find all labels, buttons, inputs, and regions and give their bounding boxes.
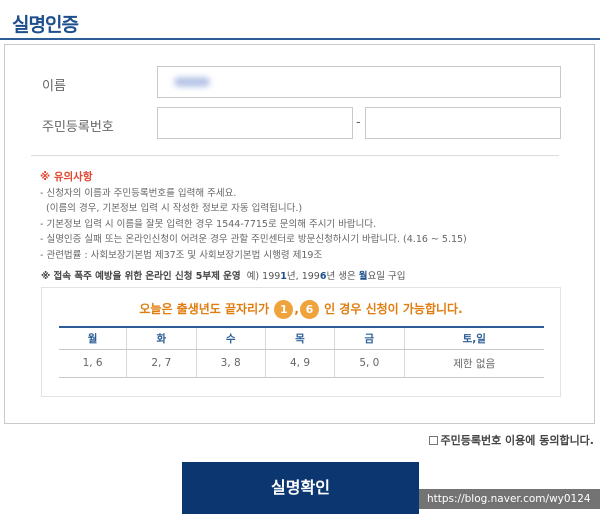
form-divider (31, 155, 559, 156)
table-header-cell: 수 (195, 326, 266, 350)
page-title: 실명인증 (12, 14, 79, 36)
verification-panel: 이름 주민등록번호 - ※ 유의사항 - 신청자의 이름과 주민등록번호를 입력… (4, 44, 595, 424)
schedule-table: 월 화 수 목 금 토,일 1, 6 2, 7 3, 8 4, 9 5, 0 제… (59, 326, 544, 378)
caution-heading: ※ 유의사항 (40, 171, 93, 183)
table-row: 1, 6 2, 7 3, 8 4, 9 5, 0 제한 없음 (59, 349, 544, 378)
table-cell: 2, 7 (126, 349, 197, 378)
rule-comma: , (294, 302, 299, 316)
notice-heading: ※ 접속 폭주 예방을 위한 온라인 신청 5부제 운영 (41, 271, 241, 282)
name-field[interactable] (157, 66, 561, 98)
table-cell: 제한 없음 (403, 349, 544, 378)
table-header-row: 월 화 수 목 금 토,일 (59, 326, 544, 350)
rrn-row: 주민등록번호 - (5, 107, 594, 141)
rrn-back-field[interactable] (365, 107, 561, 139)
note-line: - 신청자의 이름과 주민등록번호를 입력해 주세요. (40, 187, 237, 199)
digit-badge-2: 6 (299, 300, 319, 319)
note-line: (이름의 경우, 기본정보 입력 시 작성한 정보로 자동 입력됩니다.) (46, 203, 303, 215)
consent-checkbox[interactable] (429, 435, 439, 445)
table-header-cell: 화 (126, 326, 197, 350)
today-rule: 오늘은 출생년도 끝자리가 1,6 인 경우 신청이 가능합니다. (42, 300, 560, 319)
consent-checkbox-row[interactable]: 주민등록번호 이용에 동의합니다. (429, 432, 594, 448)
name-value-redacted (174, 77, 210, 87)
rrn-label: 주민등록번호 (42, 120, 114, 135)
caution-notes: ※ 유의사항 - 신청자의 이름과 주민등록번호를 입력해 주세요. (이름의 … (40, 170, 560, 264)
table-header-cell: 금 (334, 326, 404, 350)
table-header-cell: 목 (264, 326, 335, 350)
notice-digit-1: 1 (280, 271, 287, 282)
rotation-notice: ※ 접속 폭주 예방을 위한 온라인 신청 5부제 운영 예) 1991년, 1… (41, 268, 405, 282)
schedule-box: 오늘은 출생년도 끝자리가 1,6 인 경우 신청이 가능합니다. 월 화 수 … (41, 287, 561, 397)
notice-example-mid: 년, 199 (286, 271, 320, 282)
title-divider (0, 38, 600, 40)
consent-label: 주민등록번호 이용에 동의합니다. (440, 434, 594, 447)
blog-url-watermark: https://blog.naver.com/wy0124 (419, 489, 600, 509)
digit-badge-1: 1 (274, 300, 294, 319)
table-cell: 4, 9 (264, 349, 335, 378)
table-cell: 1, 6 (59, 349, 127, 378)
table-header-cell: 토,일 (403, 326, 544, 350)
name-label: 이름 (42, 79, 66, 94)
notice-example-suffix: 요일 구입 (367, 271, 406, 282)
note-line: - 관련법률 : 사회보장기본법 제37조 및 사회보장기본법 시행령 제19조 (40, 249, 323, 261)
verify-name-button[interactable]: 실명확인 (182, 462, 419, 514)
note-line: - 기본정보 입력 시 이름을 잘못 입력한 경우 1544-7715로 문의해… (40, 218, 377, 230)
name-row: 이름 (5, 66, 594, 100)
rule-text-after: 인 경우 신청이 가능합니다. (324, 302, 463, 316)
rrn-dash: - (356, 115, 361, 130)
notice-example-prefix: 예) 199 (246, 271, 281, 282)
rrn-front-field[interactable] (157, 107, 353, 139)
table-cell: 5, 0 (334, 349, 404, 378)
notice-example-mid2: 년 생은 (326, 271, 359, 282)
rule-text-before: 오늘은 출생년도 끝자리가 (139, 302, 270, 316)
table-header-cell: 월 (59, 326, 127, 350)
table-cell: 3, 8 (195, 349, 266, 378)
note-line: - 실명인증 실패 또는 온라인신청이 어려운 경우 관할 주민센터로 방문신청… (40, 234, 467, 246)
